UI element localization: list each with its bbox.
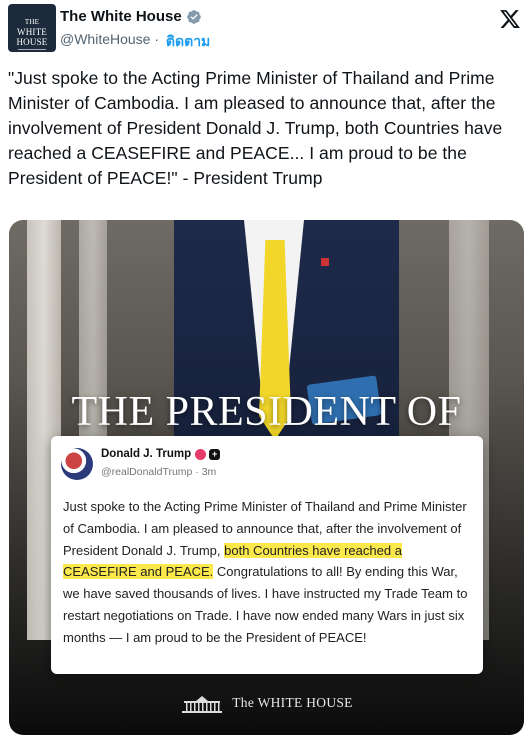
card-plus-icon: + xyxy=(209,448,221,460)
verified-badge-icon xyxy=(186,9,201,24)
avatar[interactable]: THE WHITE HOUSE xyxy=(8,4,56,52)
flag-pin xyxy=(321,258,329,266)
handle-separator: · xyxy=(150,31,163,47)
avatar-text-white: WHITE xyxy=(17,27,47,37)
avatar-text-house: HOUSE xyxy=(16,37,48,47)
card-author-name: Donald J. Trump xyxy=(101,448,192,460)
follow-button[interactable]: ติดตาม xyxy=(166,31,210,53)
tweet-text: "Just spoke to the Acting Prime Minister… xyxy=(8,68,503,188)
tweet-header: THE WHITE HOUSE The White House @WhiteHo… xyxy=(8,4,523,54)
white-house-icon xyxy=(182,696,223,713)
account-name[interactable]: The White House xyxy=(60,8,182,25)
card-verified-icon xyxy=(195,448,207,460)
card-name-row: Donald J. Trump + xyxy=(101,448,221,460)
x-logo-icon[interactable] xyxy=(499,8,521,30)
media-footer: The WHITE HOUSE xyxy=(9,688,524,718)
footer-text: The WHITE HOUSE xyxy=(232,695,353,710)
handle-row: @WhiteHouse · ติดตาม xyxy=(60,31,210,53)
avatar-divider xyxy=(18,49,46,50)
tweet-media[interactable]: THE PRESIDENT OF PEACE Donald J. Trump +… xyxy=(9,220,524,735)
card-body: Just spoke to the Acting Prime Minister … xyxy=(63,496,475,649)
embedded-post-card: Donald J. Trump + @realDonaldTrump · 3m … xyxy=(51,436,483,674)
avatar-text-the: THE xyxy=(24,18,40,26)
card-avatar xyxy=(61,448,93,480)
card-handle-time: @realDonaldTrump · 3m xyxy=(101,466,217,478)
name-row: The White House xyxy=(60,8,202,25)
account-handle[interactable]: @WhiteHouse xyxy=(60,31,150,53)
